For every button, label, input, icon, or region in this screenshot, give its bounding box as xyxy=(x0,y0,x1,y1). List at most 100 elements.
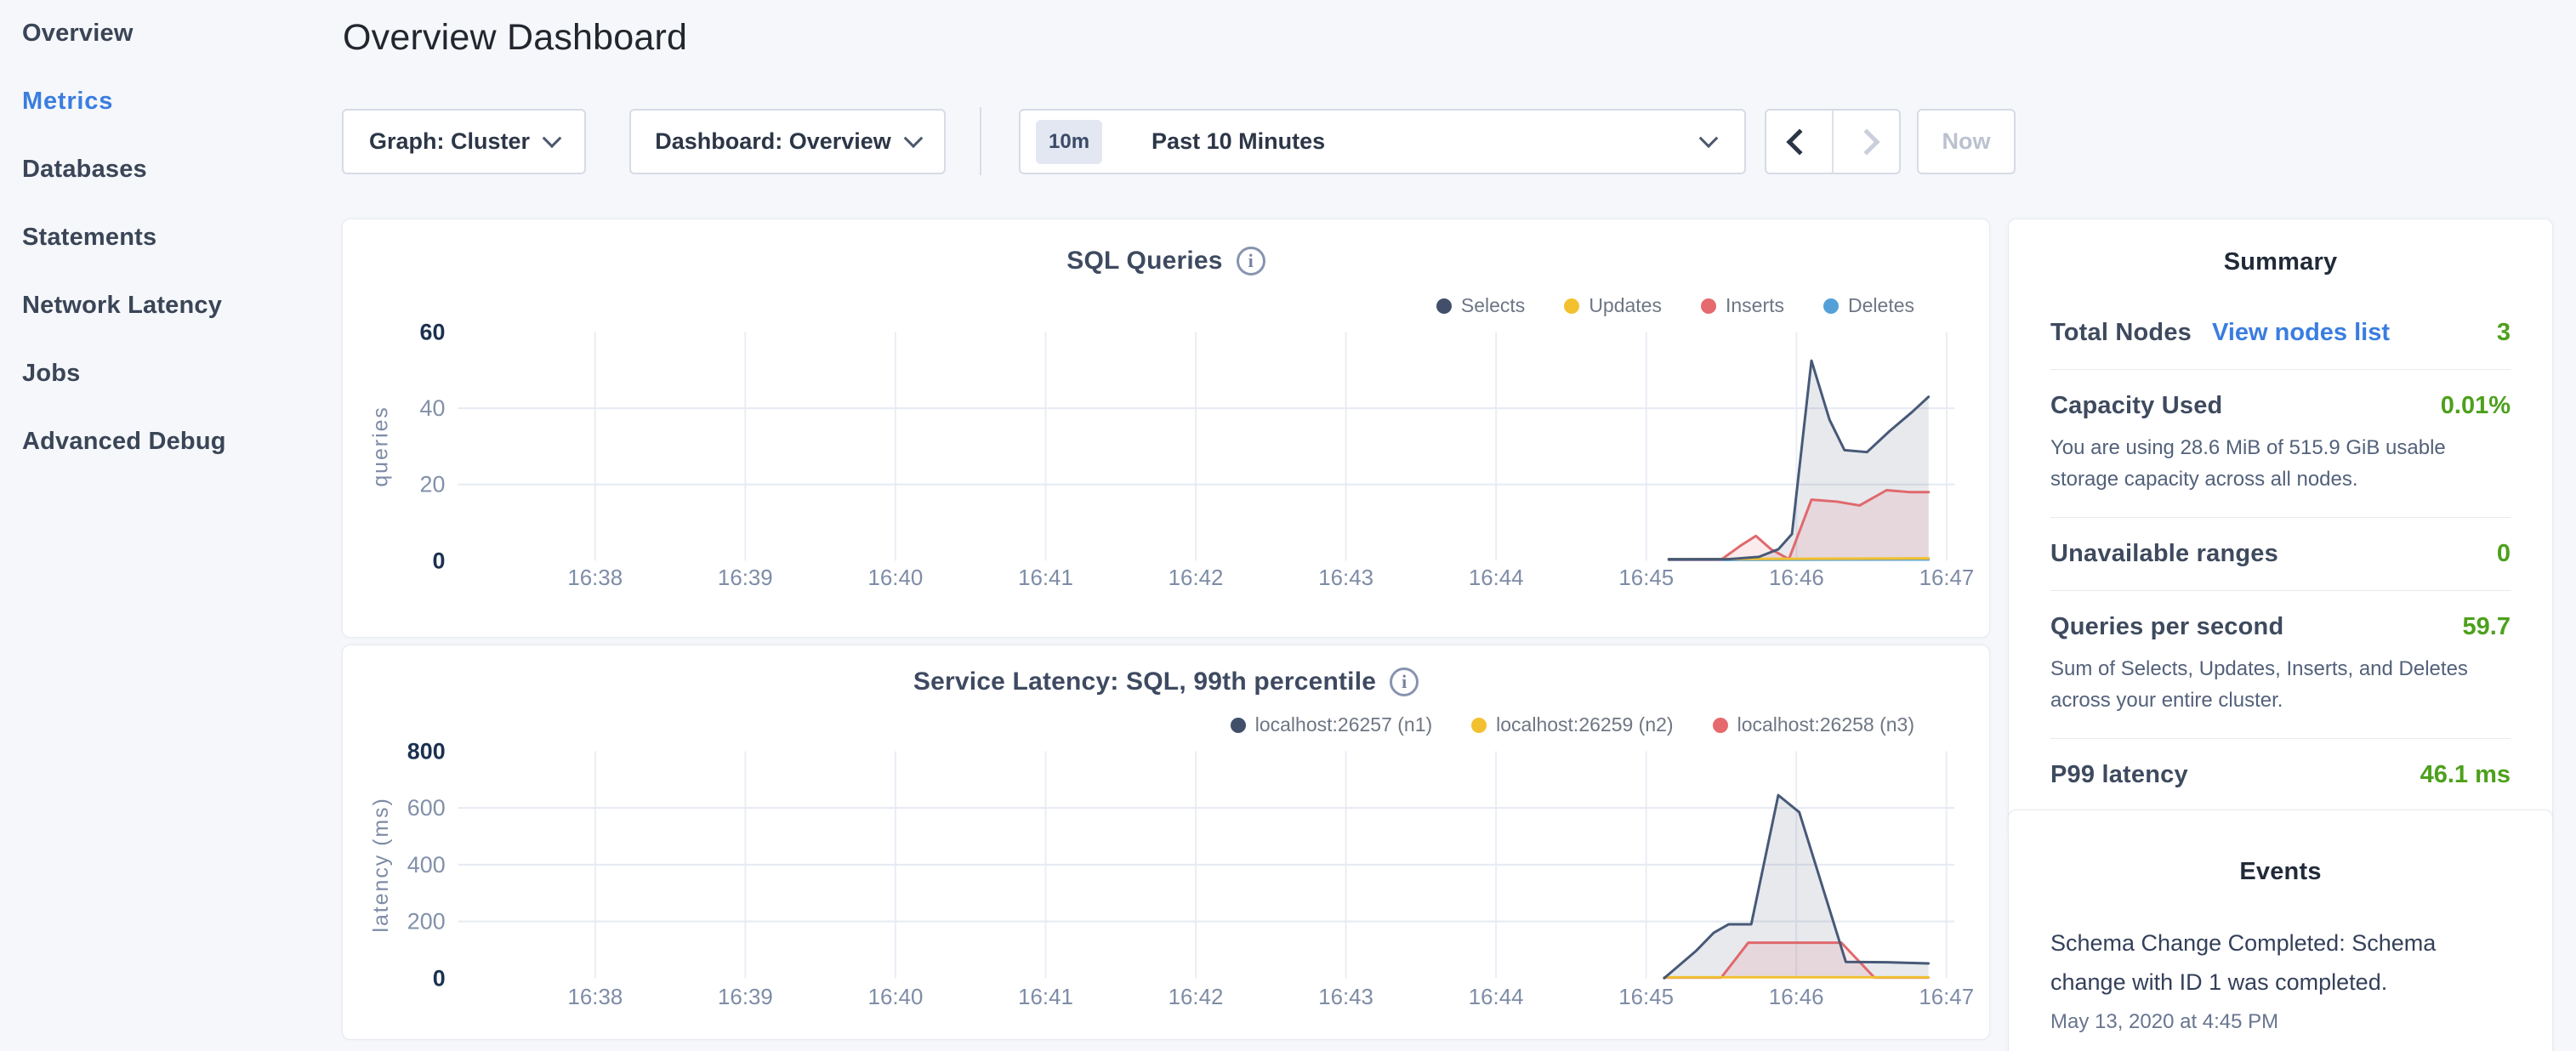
svg-text:16:42: 16:42 xyxy=(1169,566,1224,590)
legend-dot-icon xyxy=(1471,718,1487,733)
summary-label: P99 latency xyxy=(2050,761,2188,789)
time-range-badge: 10m xyxy=(1036,120,1102,164)
summary-value: 46.1 ms xyxy=(2420,761,2511,789)
legend-label: localhost:26258 (n3) xyxy=(1737,713,1914,736)
now-button[interactable]: Now xyxy=(1917,109,2016,174)
legend-item-localhost-26257-n1-[interactable]: localhost:26257 (n1) xyxy=(1231,713,1432,736)
sidebar-item-jobs[interactable]: Jobs xyxy=(22,359,340,388)
sidebar: Overview Metrics Databases Statements Networ… xyxy=(0,0,340,1051)
chart-title: Service Latency: SQL, 99th percentile xyxy=(913,668,1376,696)
app-window: Overview Metrics Databases Statements Networ… xyxy=(0,0,2576,1051)
info-icon[interactable]: i xyxy=(1237,247,1265,276)
summary-rows: Total NodesView nodes list3Capacity Used… xyxy=(2050,297,2511,811)
event-item[interactable]: Schema Change Completed: Schema change w… xyxy=(2050,923,2511,1034)
legend-label: Selects xyxy=(1461,294,1525,317)
event-text: Schema Change Completed: Schema change w… xyxy=(2050,923,2511,1002)
chart-legend: Selects Updates Inserts Deletes xyxy=(1436,294,1914,317)
svg-text:16:47: 16:47 xyxy=(1919,986,1974,1009)
dashboard-dropdown[interactable]: Dashboard: Overview xyxy=(629,109,946,174)
svg-text:16:44: 16:44 xyxy=(1469,986,1524,1009)
summary-label: Capacity Used xyxy=(2050,392,2222,420)
svg-text:400: 400 xyxy=(407,852,446,878)
events-title: Events xyxy=(2050,858,2511,886)
toolbar-divider xyxy=(980,107,981,175)
legend-dot-icon xyxy=(1701,298,1716,314)
svg-text:16:40: 16:40 xyxy=(868,986,924,1009)
time-range-label: Past 10 Minutes xyxy=(1152,128,1325,155)
summary-value: 0.01% xyxy=(2441,392,2511,420)
svg-text:20: 20 xyxy=(420,472,446,497)
legend-item-localhost-26258-n3-[interactable]: localhost:26258 (n3) xyxy=(1713,713,1914,736)
prev-time-button[interactable] xyxy=(1766,111,1834,173)
sidebar-item-metrics[interactable]: Metrics xyxy=(22,87,340,116)
svg-text:16:40: 16:40 xyxy=(868,566,924,590)
info-icon[interactable]: i xyxy=(1390,668,1419,696)
summary-title: Summary xyxy=(2050,248,2511,276)
summary-row: Capacity Used 0.01% You are using 28.6 MiB… xyxy=(2050,370,2511,517)
svg-text:200: 200 xyxy=(407,909,446,935)
svg-text:16:41: 16:41 xyxy=(1018,986,1073,1009)
service-latency-chart-card: 16:3816:3916:4016:4116:4216:4316:4416:45… xyxy=(342,645,1990,1040)
svg-text:600: 600 xyxy=(407,795,446,821)
view-nodes-link[interactable]: View nodes list xyxy=(2212,319,2390,347)
graph-dropdown[interactable]: Graph: Cluster xyxy=(342,109,586,174)
summary-row: P99 latency 46.1 ms xyxy=(2050,739,2511,811)
summary-label: Unavailable ranges xyxy=(2050,540,2278,568)
legend-label: localhost:26259 (n2) xyxy=(1496,713,1673,736)
legend-label: localhost:26257 (n1) xyxy=(1255,713,1432,736)
sidebar-item-databases[interactable]: Databases xyxy=(22,155,340,184)
chevron-left-icon xyxy=(1786,128,1812,155)
sql-queries-chart-card: 16:3816:3916:4016:4116:4216:4316:4416:45… xyxy=(342,219,1990,638)
svg-text:16:43: 16:43 xyxy=(1318,986,1373,1009)
summary-label: Total Nodes xyxy=(2050,319,2192,347)
svg-text:16:39: 16:39 xyxy=(718,566,773,590)
chevron-down-icon xyxy=(543,128,562,148)
svg-text:16:46: 16:46 xyxy=(1769,566,1824,590)
chevron-down-icon xyxy=(903,128,923,148)
summary-description: Sum of Selects, Updates, Inserts, and De… xyxy=(2050,653,2511,716)
svg-text:40: 40 xyxy=(420,395,446,421)
svg-text:16:47: 16:47 xyxy=(1919,566,1975,590)
next-time-button[interactable] xyxy=(1834,111,1899,173)
svg-text:16:45: 16:45 xyxy=(1618,986,1674,1009)
svg-text:0: 0 xyxy=(433,965,446,991)
time-range-selector[interactable]: 10m Past 10 Minutes xyxy=(1019,109,1746,174)
summary-value: 59.7 xyxy=(2463,613,2511,641)
chevron-down-icon xyxy=(1699,128,1719,148)
legend-label: Updates xyxy=(1589,294,1662,317)
graph-dropdown-label: Graph: Cluster xyxy=(369,128,530,155)
legend-item-inserts[interactable]: Inserts xyxy=(1701,294,1784,317)
events-list: Schema Change Completed: Schema change w… xyxy=(2050,923,2511,1034)
svg-text:16:43: 16:43 xyxy=(1318,566,1373,590)
service-latency-chart[interactable]: 16:3816:3916:4016:4116:4216:4316:4416:45… xyxy=(343,645,1989,1039)
sidebar-item-advanced-debug[interactable]: Advanced Debug xyxy=(22,427,340,456)
page-title: Overview Dashboard xyxy=(343,17,687,59)
summary-row: Unavailable ranges 0 xyxy=(2050,518,2511,590)
legend-label: Deletes xyxy=(1848,294,1914,317)
svg-text:16:38: 16:38 xyxy=(568,986,623,1009)
summary-value: 0 xyxy=(2497,540,2511,568)
svg-text:latency (ms): latency (ms) xyxy=(369,797,393,932)
legend-dot-icon xyxy=(1713,718,1728,733)
legend-item-deletes[interactable]: Deletes xyxy=(1823,294,1914,317)
summary-row: Queries per second59.7Sum of Selects, Up… xyxy=(2050,591,2511,738)
sidebar-item-statements[interactable]: Statements xyxy=(22,223,340,252)
legend-dot-icon xyxy=(1564,298,1579,314)
legend-item-selects[interactable]: Selects xyxy=(1436,294,1525,317)
svg-text:16:38: 16:38 xyxy=(567,566,623,590)
chevron-right-icon xyxy=(1853,128,1879,155)
sidebar-item-overview[interactable]: Overview xyxy=(22,19,340,48)
sql-queries-chart[interactable]: 16:3816:3916:4016:4116:4216:4316:4416:45… xyxy=(343,219,1989,637)
now-button-label: Now xyxy=(1942,128,1991,155)
chart-title: SQL Queries xyxy=(1066,247,1222,276)
legend-item-updates[interactable]: Updates xyxy=(1564,294,1662,317)
svg-text:60: 60 xyxy=(420,319,446,344)
summary-description: You are using 28.6 MiB of 515.9 GiB usab… xyxy=(2050,432,2511,495)
legend-dot-icon xyxy=(1231,718,1246,733)
svg-text:16:39: 16:39 xyxy=(718,986,773,1009)
sidebar-item-network-latency[interactable]: Network Latency xyxy=(22,291,340,320)
svg-text:16:44: 16:44 xyxy=(1469,566,1524,590)
svg-text:800: 800 xyxy=(407,738,446,764)
legend-item-localhost-26259-n2-[interactable]: localhost:26259 (n2) xyxy=(1471,713,1673,736)
svg-text:0: 0 xyxy=(432,548,445,573)
